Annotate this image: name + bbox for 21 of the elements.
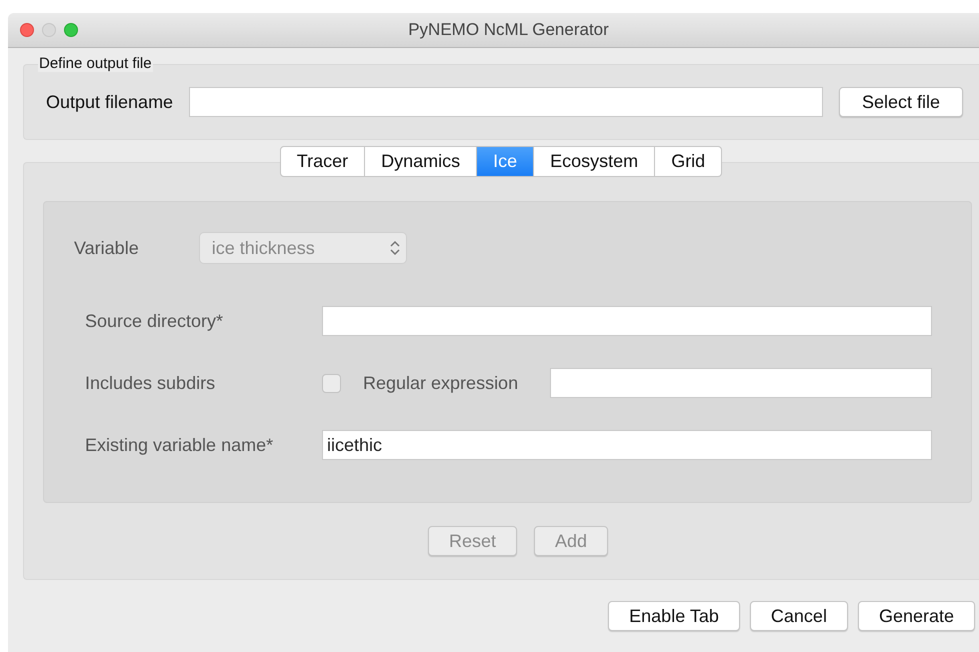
tab[interactable]: Dynamics	[365, 146, 478, 177]
dialog-button[interactable]: Generate	[858, 601, 975, 631]
dialog-button[interactable]: Cancel	[750, 601, 848, 631]
maximize-icon[interactable]	[64, 23, 78, 37]
stepper-icon	[390, 240, 400, 256]
field-label: Regular expression	[363, 372, 518, 394]
dialog-button[interactable]: Enable Tab	[608, 601, 740, 631]
tab[interactable]: Ecosystem	[534, 146, 656, 177]
select-file-button[interactable]: Select file	[838, 87, 963, 117]
window-title: PyNEMO NcML Generator	[408, 20, 609, 40]
tab[interactable]: Grid	[655, 146, 722, 177]
tab[interactable]: Tracer	[280, 146, 366, 177]
field-label: Existing variable name*	[85, 434, 274, 456]
close-icon[interactable]	[20, 23, 34, 37]
output-filename-field[interactable]	[189, 87, 823, 117]
group-title: Define output file	[38, 56, 153, 72]
field-label: Variable	[74, 238, 139, 258]
minimize-icon[interactable]	[42, 23, 56, 37]
field-label: Source directory*	[85, 310, 224, 332]
field-label: Includes subdirs	[85, 372, 216, 394]
field-label: Output filename	[46, 92, 174, 112]
